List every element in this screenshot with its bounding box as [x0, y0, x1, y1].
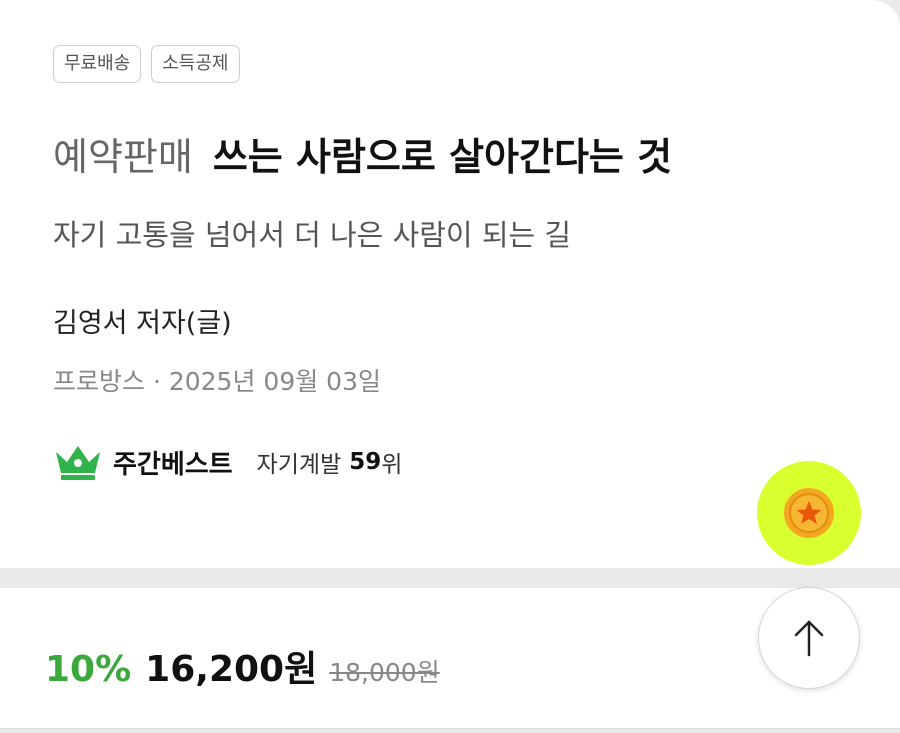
- rank-label: 주간베스트: [113, 449, 233, 480]
- sale-price: 16,200원: [145, 649, 318, 690]
- preorder-label: 예약판매: [53, 135, 193, 179]
- publisher-date: 프로방스 · 2025년 09월 03일: [53, 367, 381, 396]
- tag-free-shipping: 무료배송: [53, 45, 142, 83]
- book-title: 쓰는 사람으로 살아간다는 것: [212, 135, 673, 179]
- product-page: 무료배송 소득공제 예약판매 쓰는 사람으로 살아간다는 것 자기 고통을 넘어…: [0, 0, 900, 733]
- author-link[interactable]: 김영서 저자(글): [53, 301, 232, 340]
- discount-rate: 10%: [45, 649, 132, 690]
- rank-number: 59: [349, 449, 382, 475]
- tag-list: 무료배송 소득공제: [53, 45, 240, 83]
- crown-icon: [56, 446, 100, 480]
- bestseller-rank[interactable]: 주간베스트 자기계발 59 위: [53, 442, 402, 482]
- arrow-up-icon: [794, 620, 824, 657]
- reward-coin-button[interactable]: [757, 461, 861, 565]
- rank-unit: 위: [381, 452, 403, 478]
- tag-tax-deduction: 소득공제: [151, 45, 240, 83]
- title-row: 예약판매 쓰는 사람으로 살아간다는 것: [53, 126, 672, 181]
- original-price: 18,000원: [329, 658, 440, 687]
- book-subtitle: 자기 고통을 넘어서 더 나은 사람이 되는 길: [53, 218, 572, 252]
- star-coin-icon: [784, 488, 834, 538]
- price-row: 10% 16,200원 18,000원: [45, 640, 440, 692]
- rank-category: 자기계발: [256, 452, 342, 478]
- scroll-to-top-button[interactable]: [758, 587, 860, 689]
